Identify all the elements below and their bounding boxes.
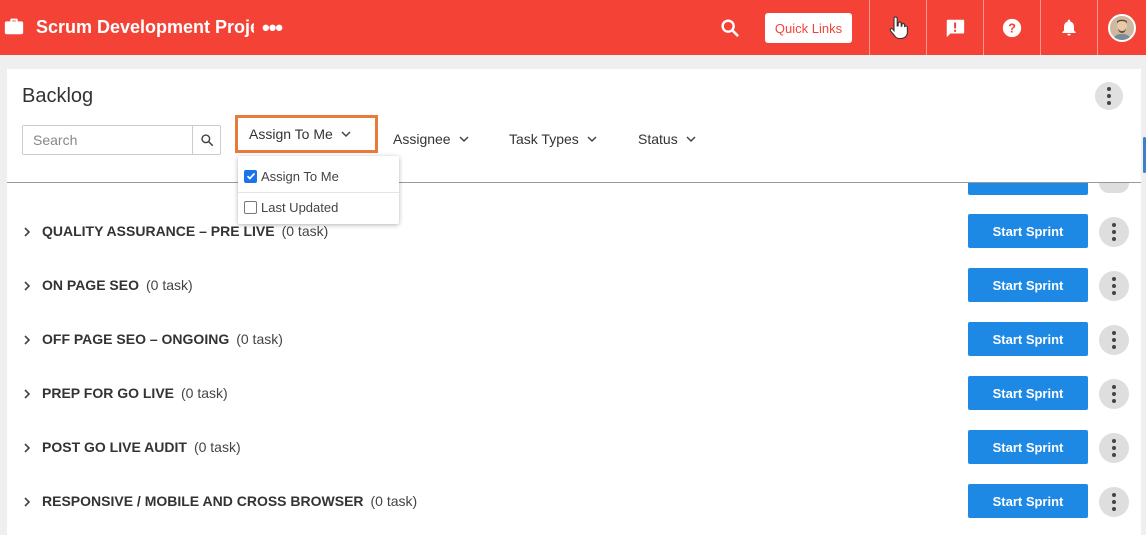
assign-to-me-filter[interactable]: Assign To Me [235,115,378,153]
sprint-row: PREP FOR GO LIVE (0 task) Start Sprint [7,376,1141,412]
option-label: Assign To Me [261,168,339,184]
search-icon [200,134,213,147]
task-count: (0 task) [145,277,193,293]
start-sprint-button[interactable]: Start Sprint [968,214,1088,248]
quick-links-button[interactable]: Quick Links [765,13,852,43]
chevron-right-icon[interactable] [22,495,32,509]
start-sprint-button-partial[interactable] [968,183,1088,195]
row-menu-button[interactable] [1099,217,1129,247]
dropdown-option-last-updated[interactable]: Last Updated [244,192,338,222]
chevron-right-icon[interactable] [22,333,32,347]
sprint-title[interactable]: PREP FOR GO LIVE (0 task) [42,385,228,401]
start-sprint-button[interactable]: Start Sprint [968,484,1088,518]
row-menu-button[interactable] [1099,487,1129,517]
row-menu-button[interactable] [1099,325,1129,355]
task-count: (0 task) [181,385,228,401]
pointer-button[interactable] [869,0,926,55]
sprint-row: RESPONSIVE / MOBILE AND CROSS BROWSER (0 … [7,484,1141,520]
checkbox-unchecked[interactable] [244,200,257,214]
briefcase-icon[interactable] [3,15,25,37]
search-icon[interactable] [719,17,741,39]
feedback-icon [946,19,965,37]
chevron-right-icon[interactable] [22,441,32,455]
row-menu-button-partial[interactable] [1099,183,1129,193]
chevron-right-icon[interactable] [22,279,32,293]
sprint-row: ON PAGE SEO (0 task) Start Sprint [7,268,1141,304]
task-count: (0 task) [370,493,418,509]
row-menu-button[interactable] [1099,379,1129,409]
row-menu-button[interactable] [1099,271,1129,301]
assignee-label: Assignee [393,131,451,147]
project-title[interactable]: Scrum Development Projec [36,17,254,38]
sprint-title[interactable]: OFF PAGE SEO – ONGOING (0 task) [42,331,283,347]
assign-filter-dropdown: Assign To Me Last Updated [238,156,399,224]
more-vertical-icon [1107,87,1111,105]
pointer-hand-icon [889,15,908,39]
chevron-down-icon [587,135,597,142]
search-button[interactable] [192,126,220,154]
sprint-title[interactable]: POST GO LIVE AUDIT (0 task) [42,439,241,455]
chevron-right-icon[interactable] [22,225,32,239]
start-sprint-button[interactable]: Start Sprint [968,268,1088,302]
status-filter[interactable]: Status [638,131,696,147]
backlog-panel: Backlog Assign To Me Assignee Task Types… [7,69,1141,535]
top-bar: Scrum Development Projec ••• Quick Links… [0,0,1146,55]
chevron-down-icon [341,130,351,137]
feedback-button[interactable] [926,0,983,55]
more-vertical-icon [1112,331,1116,349]
checkbox-checked[interactable] [244,169,257,183]
notifications-button[interactable] [1040,0,1097,55]
search-box [22,125,221,155]
task-types-label: Task Types [509,131,579,147]
help-button[interactable]: ? [983,0,1040,55]
more-vertical-icon [1112,385,1116,403]
avatar [1108,13,1136,42]
sprint-title[interactable]: QUALITY ASSURANCE – PRE LIVE (0 task) [42,223,328,239]
sprint-row: QUALITY ASSURANCE – PRE LIVE (0 task) Sta… [7,214,1141,250]
task-count: (0 task) [236,331,283,347]
more-options-icon[interactable]: ••• [262,17,283,39]
start-sprint-button[interactable]: Start Sprint [968,376,1088,410]
chevron-right-icon[interactable] [22,387,32,401]
start-sprint-button[interactable]: Start Sprint [968,430,1088,464]
chevron-down-icon [686,135,696,142]
sprint-title[interactable]: ON PAGE SEO (0 task) [42,277,193,293]
row-menu-button[interactable] [1099,433,1129,463]
page-title: Backlog [22,85,94,107]
user-avatar-icon [1110,15,1134,40]
sprint-row: POST GO LIVE AUDIT (0 task) Start Sprint [7,430,1141,466]
panel-menu-button[interactable] [1095,82,1123,110]
checkmark-icon [246,172,255,180]
dropdown-option-assign-to-me[interactable]: Assign To Me [244,161,339,191]
more-vertical-icon [1112,223,1116,241]
user-menu[interactable] [1097,0,1146,55]
start-sprint-button[interactable]: Start Sprint [968,322,1088,356]
sprint-row: OFF PAGE SEO – ONGOING (0 task) Start Spr… [7,322,1141,358]
search-input[interactable] [23,126,192,154]
task-types-filter[interactable]: Task Types [509,131,597,147]
task-count: (0 task) [281,223,329,239]
status-label: Status [638,131,678,147]
bell-icon [1062,19,1076,35]
more-vertical-icon [1112,277,1116,295]
svg-text:?: ? [1008,20,1016,35]
help-icon: ? [1002,18,1022,37]
more-vertical-icon [1112,439,1116,457]
option-label: Last Updated [261,199,339,215]
assignee-filter[interactable]: Assignee [393,131,469,147]
more-vertical-icon [1112,493,1116,511]
sprint-title[interactable]: RESPONSIVE / MOBILE AND CROSS BROWSER (0 … [42,493,417,509]
assign-to-me-label: Assign To Me [249,126,333,142]
chevron-down-icon [459,135,469,142]
task-count: (0 task) [193,439,241,455]
